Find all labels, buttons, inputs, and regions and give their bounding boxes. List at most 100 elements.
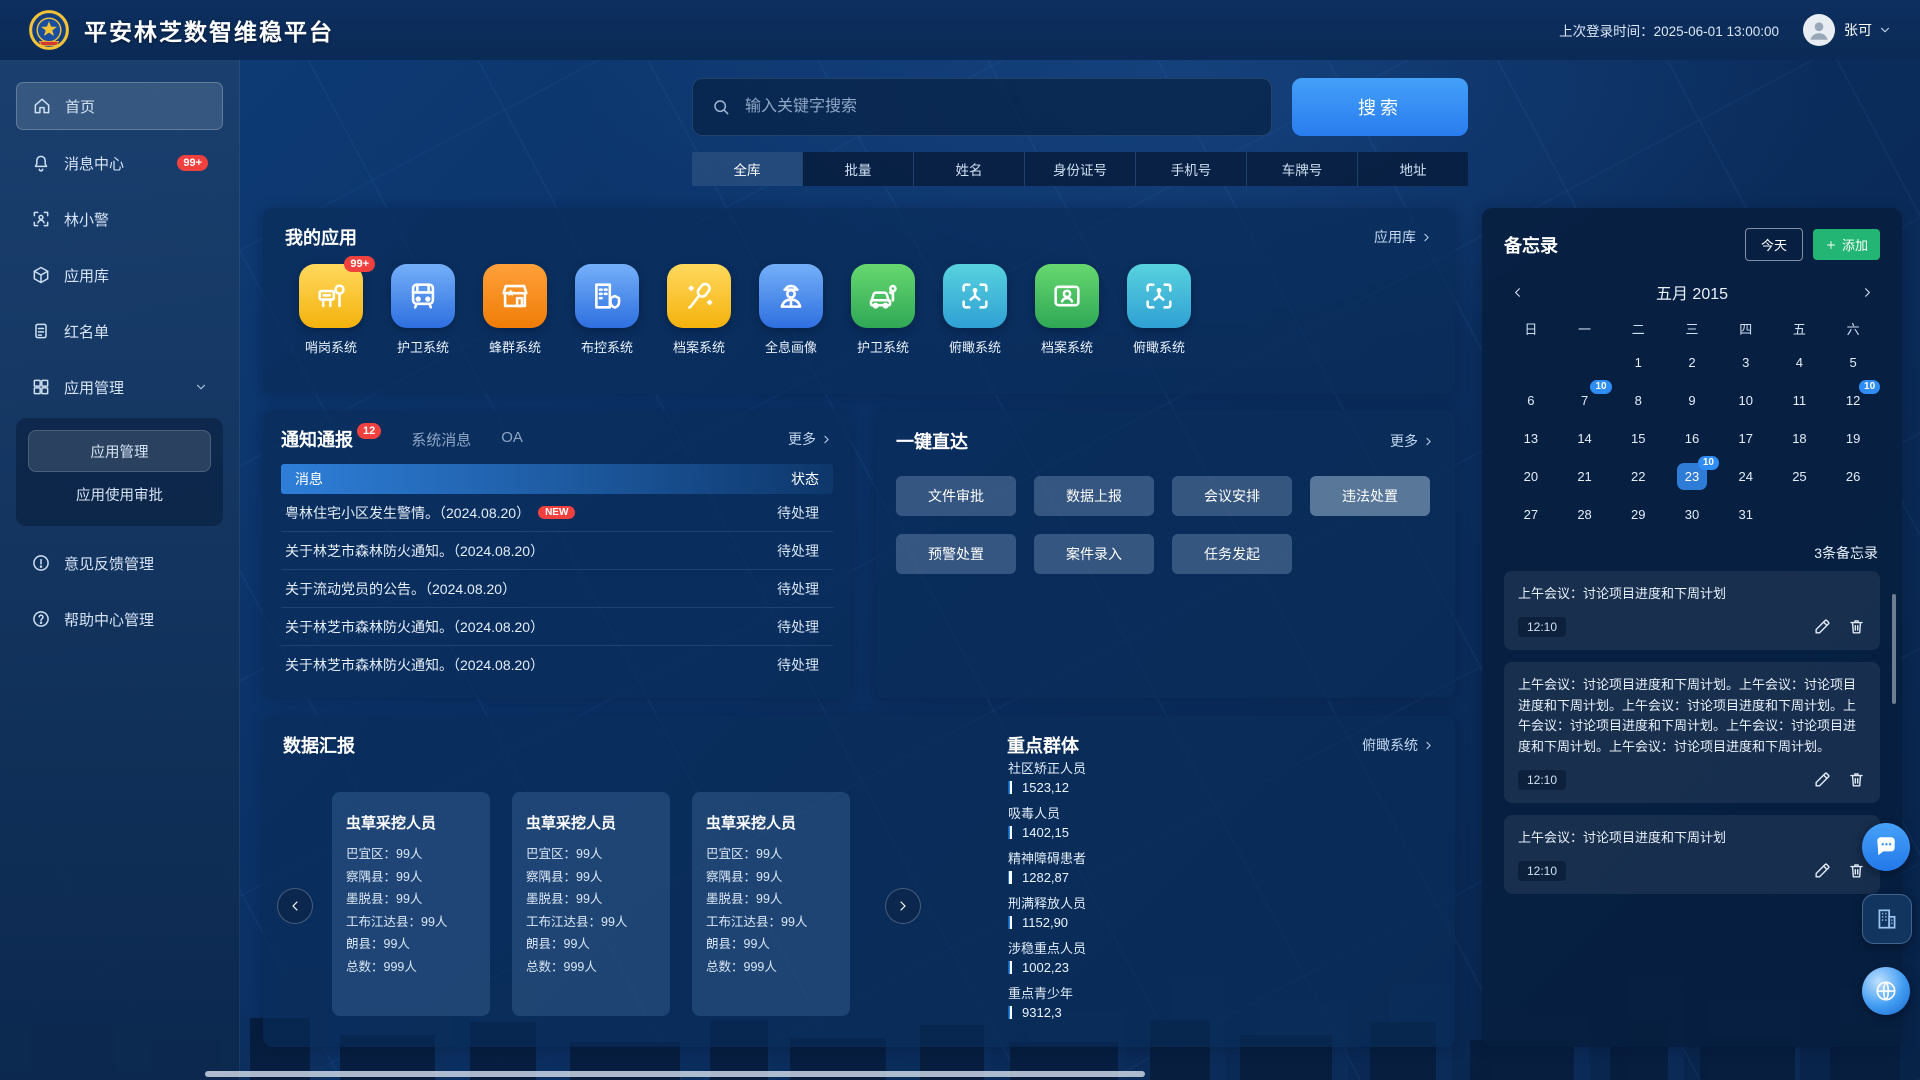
carousel-prev-button[interactable] xyxy=(277,888,313,924)
search-button[interactable]: 搜索 xyxy=(1292,78,1468,136)
sidebar-item-message-center[interactable]: 消息中心99+ xyxy=(16,140,223,186)
sidebar-item-home[interactable]: 首页 xyxy=(16,82,223,130)
search-tab-0[interactable]: 全库 xyxy=(692,152,802,186)
today-button[interactable]: 今天 xyxy=(1745,228,1803,261)
chevron-down-icon[interactable] xyxy=(1878,23,1892,37)
search-tab-2[interactable]: 姓名 xyxy=(913,152,1024,186)
calendar-day[interactable]: 1 xyxy=(1611,343,1665,381)
edit-memo-icon[interactable] xyxy=(1813,770,1832,789)
calendar-day[interactable]: 8 xyxy=(1611,381,1665,419)
notice-row[interactable]: 关于林芝市森林防火通知。（2024.08.20）待处理 xyxy=(281,646,833,683)
add-memo-button[interactable]: 添加 xyxy=(1813,229,1880,260)
memo-scrollbar[interactable] xyxy=(1892,594,1896,704)
delete-memo-icon[interactable] xyxy=(1847,770,1866,789)
search-tab-4[interactable]: 手机号 xyxy=(1135,152,1246,186)
quick-action-button-0[interactable]: 文件审批 xyxy=(896,476,1016,516)
calendar-day[interactable]: 13 xyxy=(1504,419,1558,457)
report-card-1[interactable]: 虫草采挖人员巴宜区：99人察隅县：99人墨脱县：99人工布江达县：99人朗县：9… xyxy=(512,792,670,1016)
calendar-day[interactable]: 5 xyxy=(1826,343,1880,381)
calendar-day[interactable]: 31 xyxy=(1719,495,1773,533)
quick-action-button-5[interactable]: 案件录入 xyxy=(1034,534,1154,574)
notice-row[interactable]: 粤林住宅小区发生警情。（2024.08.20）NEW待处理 xyxy=(281,494,833,532)
calendar-day[interactable]: 29 xyxy=(1611,495,1665,533)
notices-tab-0[interactable]: 系统消息 xyxy=(411,429,471,450)
app-library-link[interactable]: 应用库 xyxy=(1374,227,1433,247)
search-tab-6[interactable]: 地址 xyxy=(1357,152,1468,186)
calendar-day[interactable]: 9 xyxy=(1665,381,1719,419)
search-input[interactable] xyxy=(743,97,1253,117)
quick-action-button-1[interactable]: 数据上报 xyxy=(1034,476,1154,516)
calendar-day[interactable]: 25 xyxy=(1773,457,1827,495)
sidebar-item-lin-xiaojing[interactable]: 林小警 xyxy=(16,196,223,242)
calendar-day[interactable]: 27 xyxy=(1504,495,1558,533)
app-item-1[interactable]: 护卫系统 xyxy=(391,264,455,356)
notice-row[interactable]: 关于流动党员的公告。（2024.08.20）待处理 xyxy=(281,570,833,608)
notices-more-link[interactable]: 更多 xyxy=(788,429,833,449)
calendar-day[interactable]: 2 xyxy=(1665,343,1719,381)
sidebar-item-feedback-management[interactable]: 意见反馈管理 xyxy=(16,540,223,586)
horizontal-scrollbar[interactable] xyxy=(205,1071,1145,1077)
calendar-day[interactable]: 15 xyxy=(1611,419,1665,457)
globe-shortcut-button[interactable] xyxy=(1862,967,1910,1015)
notice-row[interactable]: 关于林芝市森林防火通知。（2024.08.20）待处理 xyxy=(281,532,833,570)
sidebar-item-help-center[interactable]: 帮助中心管理 xyxy=(16,596,223,642)
sidebar-item-app-library[interactable]: 应用库 xyxy=(16,252,223,298)
calendar-day[interactable]: 20 xyxy=(1504,457,1558,495)
calendar-day[interactable]: 16 xyxy=(1665,419,1719,457)
calendar-day[interactable]: 3 xyxy=(1719,343,1773,381)
carousel-next-button[interactable] xyxy=(885,888,921,924)
app-item-0[interactable]: 99+哨岗系统 xyxy=(299,264,363,356)
sidebar-subitem-app-management-sub[interactable]: 应用管理 xyxy=(28,430,211,472)
quick-action-button-2[interactable]: 会议安排 xyxy=(1172,476,1292,516)
calendar-day[interactable]: 6 xyxy=(1504,381,1558,419)
calendar-day[interactable]: 24 xyxy=(1719,457,1773,495)
app-item-5[interactable]: 全息画像 xyxy=(759,264,823,356)
app-item-8[interactable]: 档案系统 xyxy=(1035,264,1099,356)
calendar-day[interactable]: 18 xyxy=(1773,419,1827,457)
app-item-6[interactable]: 护卫系统 xyxy=(851,264,915,356)
sidebar-item-app-management[interactable]: 应用管理 xyxy=(16,364,223,410)
calendar-day[interactable]: 14 xyxy=(1558,419,1612,457)
app-item-4[interactable]: 档案系统 xyxy=(667,264,731,356)
calendar-next-month[interactable] xyxy=(1854,279,1880,305)
quick-action-button-3[interactable]: 违法处置 xyxy=(1310,476,1430,516)
report-card-0[interactable]: 虫草采挖人员巴宜区：99人察隅县：99人墨脱县：99人工布江达县：99人朗县：9… xyxy=(332,792,490,1016)
edit-memo-icon[interactable] xyxy=(1813,617,1832,636)
calendar-day[interactable]: 26 xyxy=(1826,457,1880,495)
calendar-day[interactable]: 30 xyxy=(1665,495,1719,533)
search-tab-5[interactable]: 车牌号 xyxy=(1246,152,1357,186)
search-tab-1[interactable]: 批量 xyxy=(802,152,913,186)
quick-action-button-6[interactable]: 任务发起 xyxy=(1172,534,1292,574)
app-item-3[interactable]: 布控系统 xyxy=(575,264,639,356)
notice-row[interactable]: 关于林芝市森林防火通知。（2024.08.20）待处理 xyxy=(281,608,833,646)
building-shortcut-button[interactable] xyxy=(1862,894,1912,944)
search-tab-3[interactable]: 身份证号 xyxy=(1024,152,1135,186)
quick-action-button-4[interactable]: 预警处置 xyxy=(896,534,1016,574)
edit-memo-icon[interactable] xyxy=(1813,861,1832,880)
sidebar-subitem-app-usage-approval[interactable]: 应用使用审批 xyxy=(28,474,211,514)
calendar-day[interactable]: 21 xyxy=(1558,457,1612,495)
app-item-7[interactable]: 俯瞰系统 xyxy=(943,264,1007,356)
calendar-day[interactable]: 11 xyxy=(1773,381,1827,419)
chat-assistant-button[interactable] xyxy=(1862,823,1910,871)
report-card-2[interactable]: 虫草采挖人员巴宜区：99人察隅县：99人墨脱县：99人工布江达县：99人朗县：9… xyxy=(692,792,850,1016)
calendar-day[interactable]: 19 xyxy=(1826,419,1880,457)
calendar-day-selected[interactable]: 2310 xyxy=(1665,457,1719,495)
notices-tab-1[interactable]: OA xyxy=(501,429,523,450)
app-item-2[interactable]: 蜂群系统 xyxy=(483,264,547,356)
sidebar-item-red-list[interactable]: 红名单 xyxy=(16,308,223,354)
calendar-day[interactable]: 10 xyxy=(1719,381,1773,419)
app-item-9[interactable]: 俯瞰系统 xyxy=(1127,264,1191,356)
delete-memo-icon[interactable] xyxy=(1847,617,1866,636)
calendar-day[interactable]: 28 xyxy=(1558,495,1612,533)
calendar-prev-month[interactable] xyxy=(1504,279,1530,305)
user-name[interactable]: 张可 xyxy=(1844,20,1872,40)
calendar-day[interactable]: 4 xyxy=(1773,343,1827,381)
overview-system-link[interactable]: 俯瞰系统 xyxy=(1362,735,1435,755)
calendar-day[interactable]: 1210 xyxy=(1826,381,1880,419)
user-avatar[interactable] xyxy=(1803,14,1835,46)
calendar-day[interactable]: 710 xyxy=(1558,381,1612,419)
calendar-day[interactable]: 22 xyxy=(1611,457,1665,495)
quick-access-more-link[interactable]: 更多 xyxy=(1390,431,1435,451)
calendar-day[interactable]: 17 xyxy=(1719,419,1773,457)
